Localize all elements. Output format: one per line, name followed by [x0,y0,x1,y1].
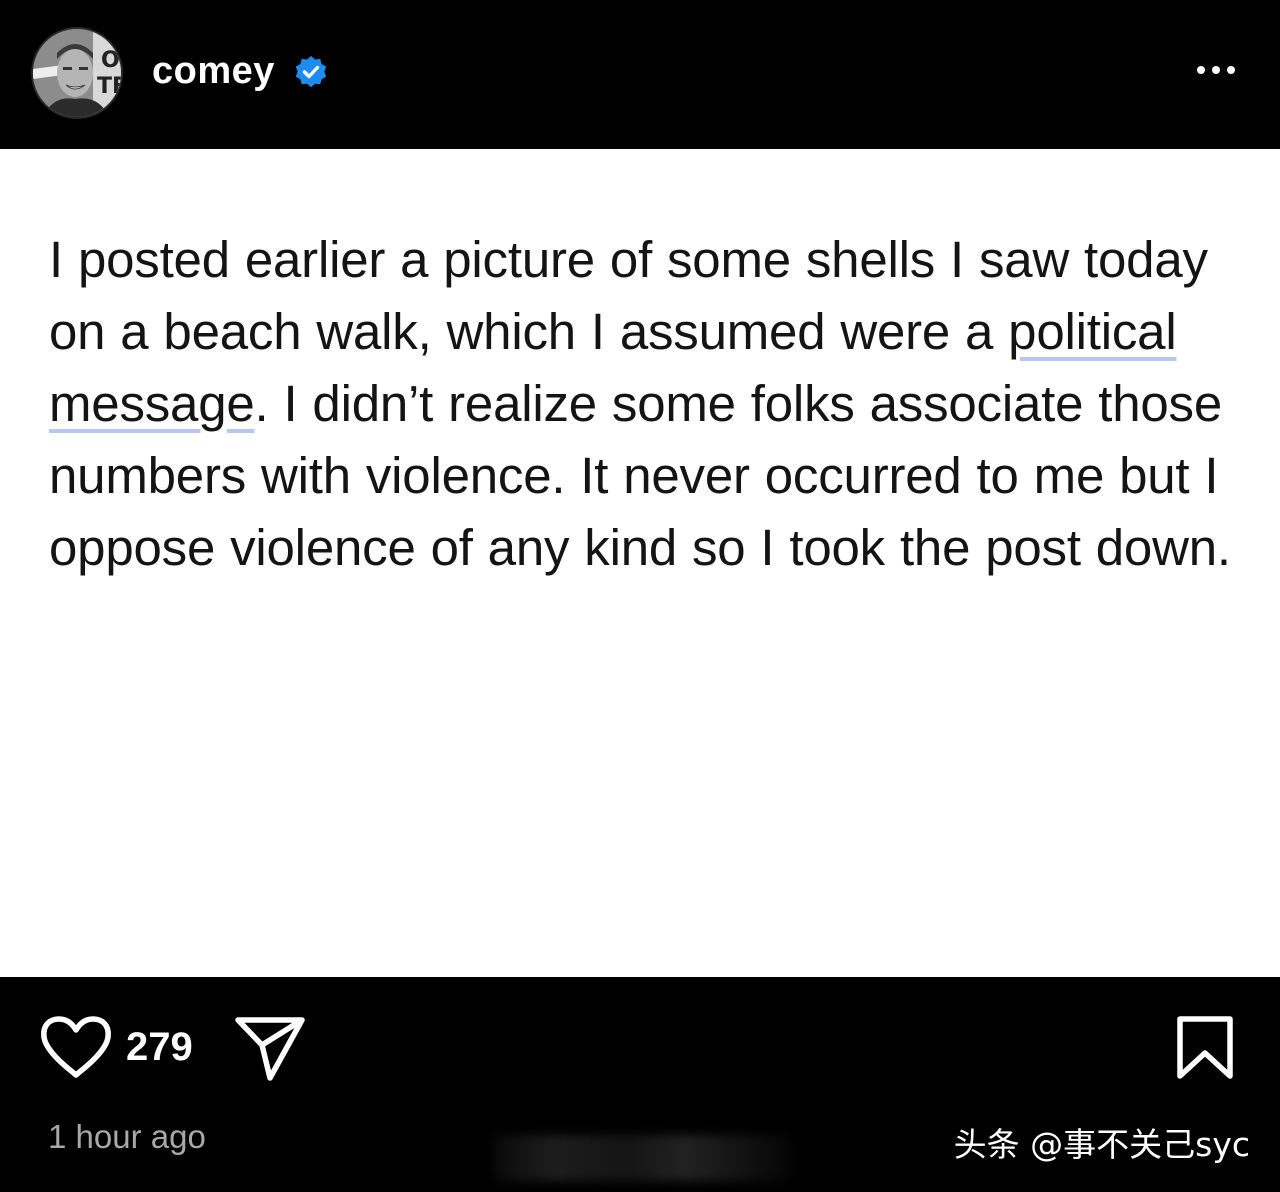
watermark-text: 头条 @事不关己syc [953,1125,1250,1164]
post-header: O TE comey [0,0,1280,149]
more-dot [1212,66,1220,74]
post-footer: 279 1 hour ago 头条 @事不关己syc [0,977,1280,1192]
bookmark-icon[interactable] [1174,1015,1236,1081]
underlined-word-political: political [1008,303,1177,360]
post-timestamp: 1 hour ago [48,1118,206,1155]
avatar[interactable]: O TE [31,27,123,119]
avatar-image: O TE [33,29,121,117]
more-options-icon[interactable] [1188,52,1244,88]
svg-text:TE: TE [97,74,121,99]
verified-badge-icon [295,56,327,88]
like-count[interactable]: 279 [126,1023,193,1071]
more-dot [1197,66,1205,74]
post-text: I posted earlier a picture of some shell… [49,224,1249,584]
post-card: I posted earlier a picture of some shell… [0,149,1280,977]
underlined-word-message: message [49,375,255,432]
heart-icon[interactable] [40,1015,112,1081]
blurred-area [494,1135,790,1181]
username[interactable]: comey [152,48,275,94]
more-dot [1227,66,1235,74]
send-icon[interactable] [234,1015,306,1081]
svg-text:O: O [101,48,120,73]
